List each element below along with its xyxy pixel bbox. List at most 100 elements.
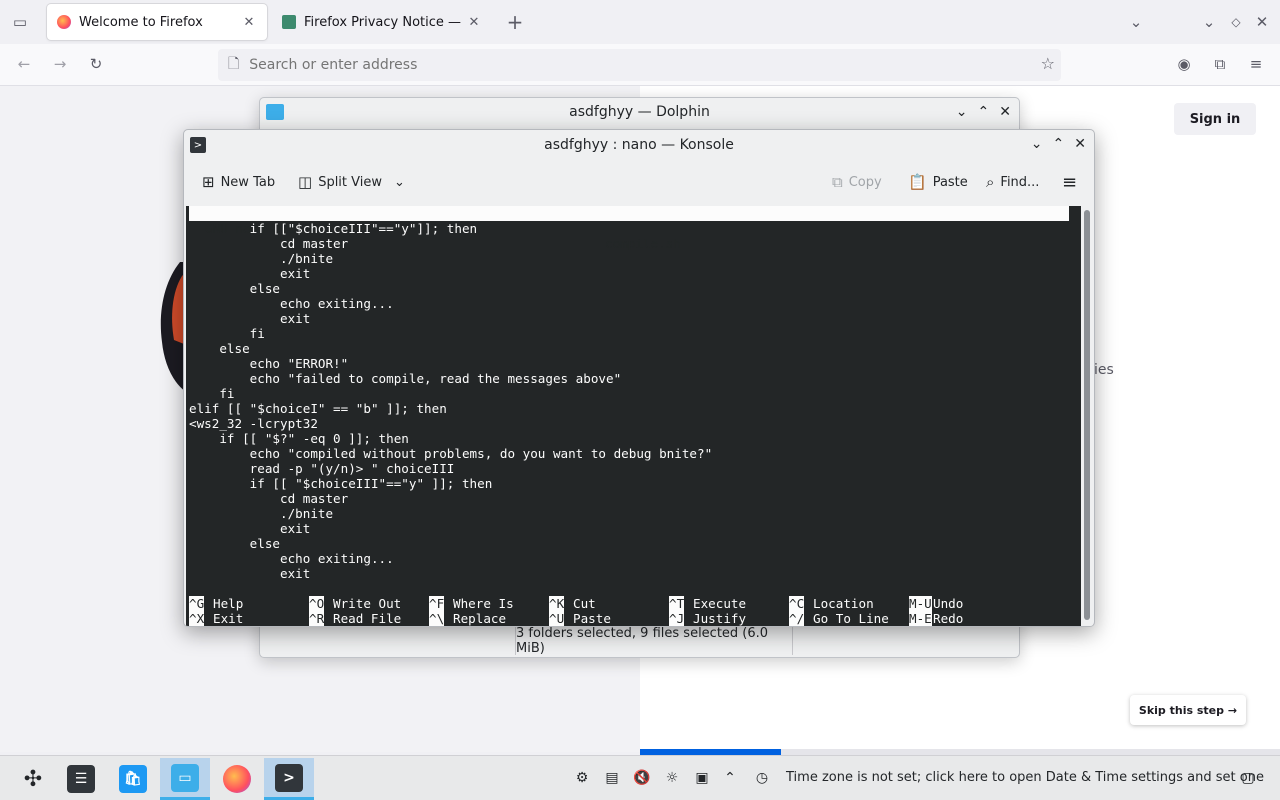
konsole-icon[interactable]: > (264, 758, 314, 800)
display-icon[interactable]: ▣ (692, 768, 712, 788)
close-tab-icon[interactable]: ✕ (466, 15, 482, 30)
terminal-app-icon: > (190, 137, 206, 153)
copy-button[interactable]: ⧉ Copy (832, 168, 882, 196)
split-view-label: Split View (318, 174, 382, 190)
nano-shortcut-key: ^F (429, 596, 445, 611)
tab-privacy-notice[interactable]: Firefox Privacy Notice — M ✕ (272, 4, 492, 40)
nano-code-line: echo exiting... (189, 296, 394, 311)
list-all-tabs-icon[interactable]: ▭ (8, 10, 32, 34)
nano-code-line: read -p "(y/n)> " choiceIII (189, 461, 455, 476)
close-icon[interactable]: ✕ (999, 104, 1011, 120)
konsole-titlebar[interactable]: > asdfghyy : nano — Konsole ⌄ ⌃ ✕ (184, 130, 1094, 160)
firefox-tab-strip: ▭ Welcome to Firefox ✕ Firefox Privacy N… (0, 0, 1280, 44)
window-maximize-icon[interactable]: ◇ (1224, 10, 1248, 34)
nano-code-line: echo "ERROR!" (189, 356, 349, 371)
tab-title: Firefox Privacy Notice — M (304, 14, 466, 30)
close-icon[interactable]: ✕ (1074, 136, 1086, 152)
address-input[interactable] (249, 57, 1010, 73)
nano-shortcut-label: Execute (693, 596, 747, 611)
clipboard-icon[interactable]: ▤ (602, 768, 622, 788)
dolphin-titlebar[interactable]: asdfghyy — Dolphin ⌄ ⌃ ✕ (260, 98, 1019, 126)
discover-icon[interactable]: 🛍 (108, 758, 158, 800)
paste-icon: 📋 (908, 173, 927, 191)
nano-shortcut-key: ^T (669, 596, 685, 611)
nano-shortcut-label: Write Out (333, 596, 402, 611)
nano-shortcut-label: Justify (693, 611, 747, 626)
new-tab-icon: ⊞ (202, 173, 215, 191)
brightness-icon[interactable]: ☼ (662, 768, 682, 788)
terminal-area[interactable]: GNU nano 8.6 compile.sh if [["$choiceIII… (186, 206, 1082, 626)
new-tab-button[interactable]: ⊞ New Tab (202, 168, 275, 196)
maximize-chevron-icon[interactable]: ⌃ (1053, 136, 1065, 152)
paste-button[interactable]: 📋 Paste (908, 168, 968, 196)
address-bar[interactable]: 🗋 ☆ (218, 49, 1061, 81)
nano-shortcut-key: ^K (549, 596, 565, 611)
account-icon[interactable]: ◉ (1172, 52, 1196, 76)
nano-shortcut-key: M-U (909, 596, 932, 611)
document-favicon-icon (282, 15, 296, 29)
nano-code-line: exit (189, 521, 311, 536)
nano-code-line: cd master (189, 236, 349, 251)
network-icon[interactable]: ⚙ (572, 768, 592, 788)
konsole-title: asdfghyy : nano — Konsole (544, 137, 734, 153)
nano-code-line: echo exiting... (189, 551, 394, 566)
clock-warning-icon[interactable]: ◷ (752, 768, 772, 788)
minimize-chevron-icon[interactable]: ⌄ (1031, 136, 1043, 152)
volume-muted-icon[interactable]: 🔇 (632, 768, 652, 788)
nano-code-line: if [["$choiceIII"=="y"]]; then (189, 221, 478, 236)
forward-arrow-icon[interactable]: → (48, 52, 72, 76)
terminal-scrollbar[interactable] (1081, 206, 1093, 626)
bookmark-star-icon[interactable]: ☆ (1041, 54, 1055, 73)
nano-shortcut-key: ^R (309, 611, 325, 626)
split-view-button[interactable]: ◫ Split View ⌄ (298, 168, 405, 196)
nano-code-line: exit (189, 266, 311, 281)
nano-code-line: else (189, 536, 280, 551)
konsole-window[interactable]: > asdfghyy : nano — Konsole ⌄ ⌃ ✕ ⊞ New … (183, 129, 1095, 627)
firefox-nav-bar: ← → ↻ 🗋 ☆ ◉ ⧉ ≡ (0, 44, 1280, 86)
show-hidden-tray-icon[interactable]: ⌃ (720, 768, 740, 788)
nano-filename: compile.sh (605, 236, 681, 251)
nano-shortcut-key: ^J (669, 611, 685, 626)
back-arrow-icon[interactable]: ← (12, 52, 36, 76)
tab-list-chevron-icon[interactable]: ⌄ (1124, 10, 1148, 34)
skip-this-step-button[interactable]: Skip this step → (1130, 695, 1246, 725)
application-launcher-icon[interactable]: ✣ (8, 758, 58, 800)
nano-shortcut-key: ^O (309, 596, 325, 611)
window-minimize-icon[interactable]: ⌄ (1197, 10, 1221, 34)
scrollbar-thumb[interactable] (1084, 210, 1090, 620)
close-tab-icon[interactable]: ✕ (241, 15, 257, 30)
nano-code-line: cd master (189, 491, 349, 506)
dolphin-status-bar: 3 folders selected, 9 files selected (6.… (515, 626, 793, 656)
maximize-chevron-icon[interactable]: ⌃ (978, 104, 990, 120)
extensions-icon[interactable]: ⧉ (1208, 52, 1232, 76)
nano-code-line: exit (189, 566, 311, 581)
konsole-menu-hamburger-icon[interactable]: ≡ (1062, 168, 1077, 196)
nano-code-line: exit (189, 311, 311, 326)
system-settings-icon[interactable]: ☰ (56, 758, 106, 800)
menu-hamburger-icon[interactable]: ≡ (1244, 52, 1268, 76)
show-desktop-icon[interactable]: ▢ (1238, 768, 1258, 788)
nano-shortcut-label: Read File (333, 611, 402, 626)
nano-code-line: else (189, 341, 250, 356)
reload-icon[interactable]: ↻ (84, 52, 108, 76)
nano-shortcut-key: ^/ (789, 611, 805, 626)
nano-code-line: echo "compiled without problems, do you … (189, 446, 713, 461)
nano-code-line: else (189, 281, 280, 296)
minimize-chevron-icon[interactable]: ⌄ (956, 104, 968, 120)
window-close-icon[interactable]: ✕ (1250, 10, 1274, 34)
nano-shortcut-label: Location (813, 596, 874, 611)
nano-code-line: echo "failed to compile, read the messag… (189, 371, 622, 386)
plasma-taskbar: ✣ ☰ 🛍 ▭ > ⚙ ▤ 🔇 ☼ ▣ ⌃ ◷ Time zone is not… (0, 755, 1280, 800)
find-button[interactable]: ⌕ Find... (986, 168, 1039, 196)
nano-shortcut-key: ^\ (429, 611, 445, 626)
timezone-message[interactable]: Time zone is not set; click here to open… (786, 770, 1264, 785)
dolphin-icon[interactable]: ▭ (160, 758, 210, 800)
firefox-icon[interactable] (212, 758, 262, 800)
sign-in-button[interactable]: Sign in (1174, 103, 1256, 135)
new-tab-label: New Tab (220, 174, 276, 190)
new-tab-button[interactable]: + (503, 10, 527, 34)
nano-code-line: <ws2_32 -lcrypt32 (189, 416, 318, 431)
nano-shortcut-key: M-E (909, 611, 932, 626)
tab-welcome-to-firefox[interactable]: Welcome to Firefox ✕ (47, 4, 267, 40)
nano-shortcut-key: ^C (789, 596, 805, 611)
